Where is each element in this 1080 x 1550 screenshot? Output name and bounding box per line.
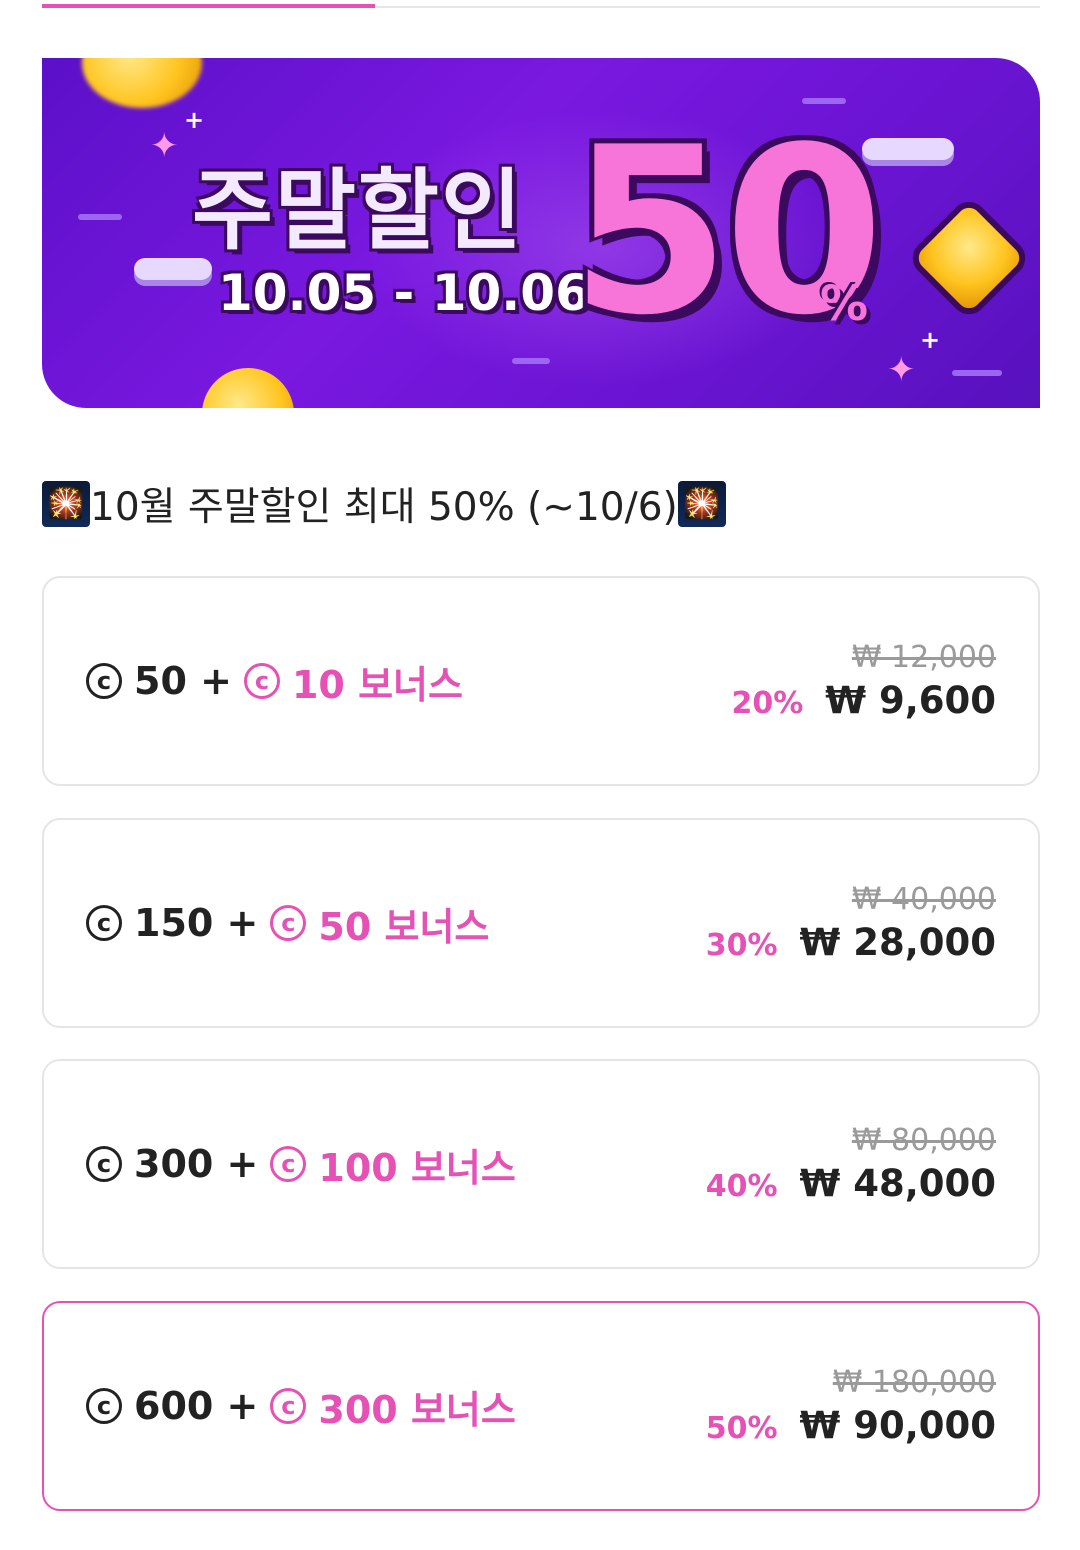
discount-rate: 50% (705, 1411, 778, 1446)
bonus-coins: c 100 보너스 (270, 1137, 516, 1192)
bonus-coins: c 50 보너스 (270, 896, 489, 951)
price-row: 50% ₩ 90,000 (706, 1404, 996, 1447)
package-amount: c 600 + c 300 보너스 (86, 1303, 516, 1509)
price-row: 30% ₩ 28,000 (706, 921, 996, 964)
coin-icon: c (86, 1388, 122, 1424)
package-option-selected[interactable]: c 600 + c 300 보너스 ₩ 180,000 50% ₩ 90,000 (42, 1301, 1040, 1511)
package-option[interactable]: c 50 + c 10 보너스 ₩ 12,000 20% ₩ 9,600 (42, 576, 1040, 786)
banner-dates: 10.05 - 10.06 (218, 264, 590, 322)
package-pricing: ₩ 40,000 30% ₩ 28,000 (706, 820, 996, 1026)
sale-price: ₩ 28,000 (799, 921, 996, 964)
original-price: ₩ 40,000 (851, 882, 996, 917)
decor-dash (952, 370, 1002, 376)
package-amount: c 150 + c 50 보너스 (86, 820, 489, 1026)
original-price: ₩ 180,000 (832, 1365, 996, 1400)
coin-icon (905, 194, 1033, 322)
fireworks-icon: 🎇 (42, 481, 90, 527)
bonus-coins: c 10 보너스 (243, 654, 463, 709)
coin-icon: c (243, 663, 280, 699)
bonus-label: 300 보너스 (318, 1387, 516, 1432)
sparkle-icon: + (920, 326, 941, 354)
promo-heading-text: 10월 주말할인 최대 50% (~10/6) (90, 485, 678, 530)
original-price: ₩ 80,000 (851, 1123, 996, 1158)
sale-price: ₩ 9,600 (825, 679, 996, 722)
coin-icon (82, 58, 202, 108)
bonus-label: 10 보너스 (291, 662, 463, 707)
price-row: 20% ₩ 9,600 (731, 679, 996, 722)
package-pricing: ₩ 80,000 40% ₩ 48,000 (706, 1061, 996, 1267)
discount-rate: 20% (731, 686, 804, 721)
price-row: 40% ₩ 48,000 (706, 1162, 996, 1205)
sparkle-icon: + (184, 106, 205, 134)
base-coins: 150 + (134, 901, 259, 945)
package-amount: c 50 + c 10 보너스 (86, 578, 463, 784)
bonus-label: 100 보너스 (318, 1145, 516, 1190)
package-option[interactable]: c 150 + c 50 보너스 ₩ 40,000 30% ₩ 28,000 (42, 818, 1040, 1028)
base-coins: 300 + (134, 1142, 259, 1186)
coin-icon (202, 368, 294, 408)
fireworks-icon: 🎇 (677, 481, 726, 527)
package-pricing: ₩ 12,000 20% ₩ 9,600 (731, 578, 996, 784)
coin-icon: c (86, 905, 122, 941)
sparkle-icon: ✦ (150, 126, 179, 166)
coin-icon: c (86, 1146, 122, 1182)
package-amount: c 300 + c 100 보너스 (86, 1061, 516, 1267)
coin-icon: c (86, 663, 122, 699)
promo-heading: 🎇 10월 주말할인 최대 50% (~10/6) 🎇 (42, 476, 726, 532)
discount-rate: 30% (705, 928, 778, 963)
sale-price: ₩ 90,000 (799, 1404, 996, 1447)
decor-dash (512, 358, 550, 364)
coin-icon: c (270, 905, 307, 941)
active-tab-indicator (42, 4, 375, 8)
original-price: ₩ 12,000 (851, 640, 996, 675)
discount-rate: 40% (705, 1169, 778, 1204)
banner-percent-sign: % (820, 276, 869, 332)
base-coins: 600 + (134, 1384, 259, 1428)
package-option[interactable]: c 300 + c 100 보너스 ₩ 80,000 40% ₩ 48,000 (42, 1059, 1040, 1269)
bonus-label: 50 보너스 (318, 904, 490, 949)
sparkle-icon: ✦ (887, 350, 916, 390)
coin-icon: c (270, 1388, 307, 1424)
promo-banner[interactable]: ✦ + ✦ + 주말할인 10.05 - 10.06 50 % (42, 58, 1040, 408)
base-coins: 50 + (134, 659, 232, 703)
coin-icon: c (270, 1146, 307, 1182)
tab-bar (42, 0, 1040, 8)
bonus-coins: c 300 보너스 (270, 1379, 516, 1434)
decor-dash (78, 214, 122, 220)
banner-title: 주말할인 (192, 159, 524, 262)
sale-price: ₩ 48,000 (799, 1162, 996, 1205)
package-pricing: ₩ 180,000 50% ₩ 90,000 (706, 1303, 996, 1509)
